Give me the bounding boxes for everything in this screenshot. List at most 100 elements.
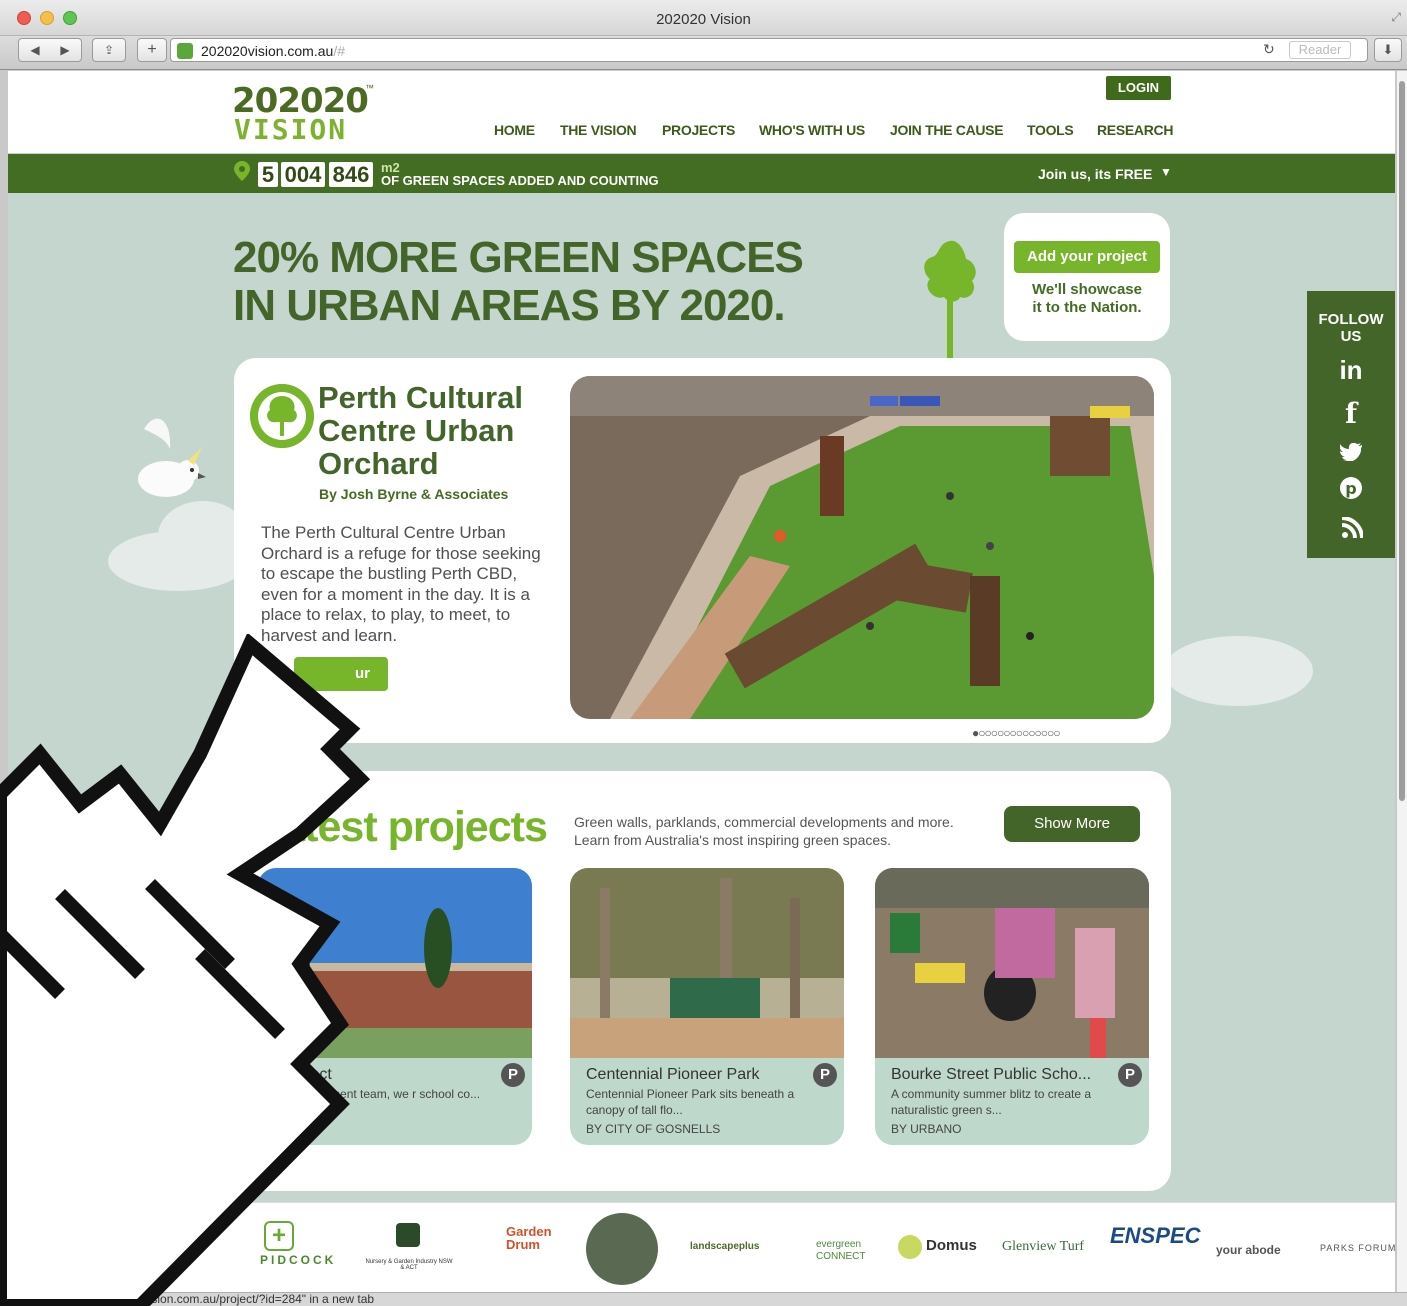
follow-title-line: US	[1340, 328, 1362, 345]
window-title: 202020 Vision	[656, 11, 751, 28]
follow-us-panel: FOLLOW US in f p	[1307, 291, 1395, 558]
pinterest-icon[interactable]: P	[501, 1063, 525, 1087]
fullscreen-icon[interactable]: ⤢	[1391, 10, 1401, 25]
ngi-leaf-icon	[396, 1223, 420, 1247]
hero-headline: 20% MORE GREEN SPACES IN URBAN AREAS BY …	[233, 233, 804, 330]
tree-badge-icon	[250, 384, 314, 448]
sponsors-strip: PIDCOCK + Nursery & Garden Industry NSW …	[8, 1202, 1395, 1292]
sponsor-logo[interactable]: Domus	[926, 1237, 977, 1254]
rss-icon[interactable]	[1341, 517, 1363, 539]
nav-projects[interactable]: PROJECTS	[662, 122, 735, 138]
share-button[interactable]: ⇪	[92, 38, 126, 62]
project-photo[interactable]	[570, 868, 844, 1058]
project-photo[interactable]	[258, 868, 532, 1058]
featured-title-line: Orchard	[318, 446, 439, 481]
show-more-button[interactable]: Show More	[1004, 806, 1140, 842]
back-icon[interactable]: ◀	[20, 39, 50, 61]
featured-photo[interactable]	[570, 376, 1154, 719]
sponsor-logo[interactable]: PARKS FORUM	[1320, 1243, 1395, 1253]
project-card[interactable]: Centennial Pioneer Park Centennial Pione…	[570, 868, 844, 1145]
logo-trademark: ™	[365, 83, 374, 93]
site-header: 202020 ™ VISION LOGIN HOME THE VISION PR…	[8, 71, 1395, 153]
project-description: A community summer blitz to create a nat…	[891, 1087, 1092, 1117]
project-description: Centennial Pioneer Park sits beneath a c…	[586, 1087, 795, 1117]
project-title[interactable]: Bourke Street Public Scho...	[891, 1066, 1091, 1084]
counter-text: OF GREEN SPACES ADDED AND COUNTING	[381, 173, 659, 188]
chevron-down-icon[interactable]: ▼	[1160, 165, 1172, 179]
project-description: he environment team, we r school co...	[274, 1087, 481, 1101]
sponsor-logo[interactable]: ENSPEC	[1110, 1223, 1200, 1249]
cockatoo-illustration	[138, 418, 206, 497]
downloads-icon[interactable]: ⬇	[1374, 38, 1402, 62]
pidcock-plus-icon: +	[264, 1221, 294, 1251]
sponsor-logo[interactable]: Garden Drum	[506, 1225, 566, 1251]
featured-tour-button[interactable]: ur	[294, 657, 388, 691]
login-button[interactable]: LOGIN	[1106, 76, 1171, 100]
add-project-subline: it to the Nation.	[1032, 299, 1142, 316]
scrollbar-thumb[interactable]	[1399, 81, 1405, 801]
nav-tools[interactable]: TOOLS	[1027, 122, 1074, 138]
sponsor-logo[interactable]: evergreen CONNECT	[816, 1239, 876, 1263]
add-project-subtitle: We'll showcase it to the Nation.	[1004, 281, 1170, 317]
project-title[interactable]: l Project	[274, 1066, 332, 1084]
slider-pagination[interactable]: ●○○○○○○○○○○○○○	[972, 726, 1060, 740]
headline-line: IN URBAN AREAS BY 2020.	[233, 281, 786, 330]
latest-projects-section: Latest projects Green walls, parklands, …	[234, 771, 1171, 1191]
featured-title-line: Perth Cultural	[318, 380, 523, 415]
status-text: 2020vision.com.au/project/?id=284" in a …	[116, 1292, 375, 1306]
twitter-icon[interactable]	[1340, 443, 1362, 461]
logo-subtitle[interactable]: VISION	[234, 113, 347, 146]
status-bar: 2020vision.com.au/project/?id=284" in a …	[0, 1292, 1407, 1306]
tree-badge-logo[interactable]	[586, 1213, 658, 1285]
counter-bar: 5 004 846 m2 OF GREEN SPACES ADDED AND C…	[8, 154, 1395, 193]
facebook-icon[interactable]: f	[1307, 397, 1395, 430]
sponsor-logo[interactable]: Nursery & Garden Industry NSW & ACT	[364, 1259, 454, 1271]
site-favicon-icon	[177, 43, 193, 59]
pinterest-icon[interactable]: p	[1339, 476, 1363, 500]
sponsor-logo[interactable]: your abode	[1216, 1243, 1281, 1257]
latest-subtitle-line: Green walls, parklands, commercial devel…	[574, 814, 954, 830]
pinterest-icon[interactable]: P	[813, 1063, 837, 1087]
vertical-scrollbar[interactable]	[1397, 71, 1407, 1292]
address-bar[interactable]: 202020vision.com.au/# ↻ Reader	[170, 38, 1368, 62]
forward-icon[interactable]: ▶	[50, 39, 80, 61]
project-card[interactable]: Bourke Street Public Scho... A community…	[875, 868, 1149, 1145]
url-text: 202020vision.com.au/#	[201, 43, 345, 59]
project-author: OOL	[274, 1122, 300, 1136]
project-title[interactable]: Centennial Pioneer Park	[586, 1066, 759, 1084]
featured-description: The Perth Cultural Centre Urban Orchard …	[261, 523, 541, 645]
nav-whos-with-us[interactable]: WHO'S WITH US	[759, 122, 865, 138]
project-photo[interactable]	[875, 868, 1149, 1058]
add-project-button[interactable]: Add your project	[1014, 241, 1160, 273]
nav-the-vision[interactable]: THE VISION	[560, 122, 637, 138]
nav-research[interactable]: RESEARCH	[1097, 122, 1173, 138]
tree-illustration	[924, 240, 976, 359]
reader-button[interactable]: Reader	[1289, 41, 1351, 59]
nav-home[interactable]: HOME	[494, 122, 535, 138]
add-project-card: Add your project We'll showcase it to th…	[1004, 213, 1170, 341]
latest-projects-title: Latest projects	[256, 803, 548, 851]
sponsor-logo[interactable]: Glenview Turf	[1002, 1239, 1084, 1255]
join-dropdown[interactable]: Join us, its FREE	[1038, 166, 1152, 182]
nav-join-the-cause[interactable]: JOIN THE CAUSE	[890, 122, 1004, 138]
counter-digit: 004	[281, 162, 325, 187]
sponsor-logo[interactable]: PIDCOCK	[260, 1253, 336, 1267]
follow-us-title: FOLLOW US	[1307, 311, 1395, 345]
follow-title-line: FOLLOW	[1318, 311, 1384, 328]
back-forward-buttons[interactable]: ◀ ▶	[18, 38, 82, 62]
pinterest-icon[interactable]: P	[1118, 1063, 1142, 1087]
add-project-subline: We'll showcase	[1031, 281, 1142, 298]
linkedin-icon[interactable]: in	[1307, 355, 1395, 386]
counter-digit: 846	[329, 162, 373, 187]
featured-title[interactable]: Perth Cultural Centre Urban Orchard	[318, 381, 523, 480]
reload-icon[interactable]: ↻	[1263, 41, 1275, 58]
window-titlebar: 202020 Vision ⤢	[0, 0, 1407, 36]
cloud-decoration	[1163, 636, 1313, 706]
featured-project-card: Perth Cultural Centre Urban Orchard By J…	[234, 358, 1171, 743]
sponsor-logo[interactable]: landscapeplus	[690, 1241, 759, 1252]
latest-projects-subtitle: Green walls, parklands, commercial devel…	[574, 813, 954, 849]
new-tab-button[interactable]: +	[137, 38, 167, 62]
headline-line: 20% MORE GREEN SPACES	[233, 233, 804, 282]
project-card[interactable]: l Project he environment team, we r scho…	[258, 868, 532, 1145]
svg-text:p: p	[1345, 479, 1356, 498]
